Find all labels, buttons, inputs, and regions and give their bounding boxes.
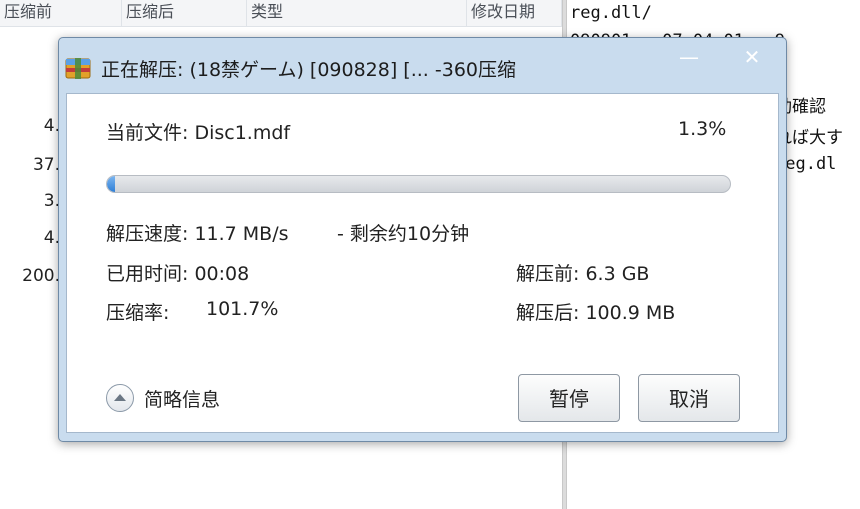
- size-before-label: 解压前: 6.3 GB: [516, 263, 650, 285]
- speed-label: 解压速度: 11.7 MB/s: [106, 223, 289, 245]
- file-size-cell: 3.: [43, 191, 60, 211]
- column-header-type[interactable]: 类型: [247, 0, 467, 26]
- column-header-before[interactable]: 压缩前: [0, 0, 122, 26]
- column-header-after[interactable]: 压缩后: [122, 0, 247, 26]
- file-size-cell: 37.: [32, 155, 60, 175]
- extract-progress-dialog: 正在解压: (18禁ゲーム) [090828] [... -360压缩 — ✕ …: [58, 37, 787, 442]
- remaining-time-label: - 剩余约10分钟: [337, 223, 470, 245]
- close-button[interactable]: ✕: [734, 44, 770, 72]
- current-file-label: 当前文件: Disc1.mdf: [106, 122, 291, 144]
- elapsed-time-label: 已用时间: 00:08: [106, 263, 250, 285]
- minimize-button[interactable]: —: [671, 44, 707, 72]
- text-line: れば大す: [775, 128, 843, 148]
- collapse-details-icon[interactable]: [106, 384, 134, 412]
- cancel-button[interactable]: 取消: [638, 374, 740, 422]
- progress-bar: [106, 175, 731, 193]
- file-size-cell: 4.: [43, 228, 60, 248]
- text-line: 動確認: [775, 97, 826, 117]
- compression-ratio-label: 压缩率:: [106, 302, 170, 324]
- progress-percent: 1.3%: [678, 118, 727, 140]
- file-size-cell: 200.: [22, 266, 60, 286]
- dialog-titlebar[interactable]: 正在解压: (18禁ゲーム) [090828] [... -360压缩 — ✕: [59, 38, 786, 92]
- column-header-date[interactable]: 修改日期: [467, 0, 562, 26]
- dialog-title: 正在解压: (18禁ゲーム) [090828] [... -360压缩: [101, 59, 516, 81]
- brief-info-toggle[interactable]: 简略信息: [144, 385, 220, 412]
- progress-bar-fill: [107, 176, 116, 192]
- archive-app-icon: [65, 58, 91, 79]
- file-size-cell: 4.: [43, 116, 60, 136]
- text-line: reg.dll/: [570, 3, 652, 23]
- dialog-body: 当前文件: Disc1.mdf 1.3% 解压速度: 11.7 MB/s - 剩…: [66, 93, 779, 433]
- text-line: reg.dl: [775, 154, 837, 174]
- file-list-header: 压缩前 压缩后 类型 修改日期: [0, 0, 562, 27]
- compression-ratio-value: 101.7%: [206, 298, 279, 320]
- size-after-label: 解压后: 100.9 MB: [516, 302, 676, 324]
- pause-button[interactable]: 暂停: [518, 374, 620, 422]
